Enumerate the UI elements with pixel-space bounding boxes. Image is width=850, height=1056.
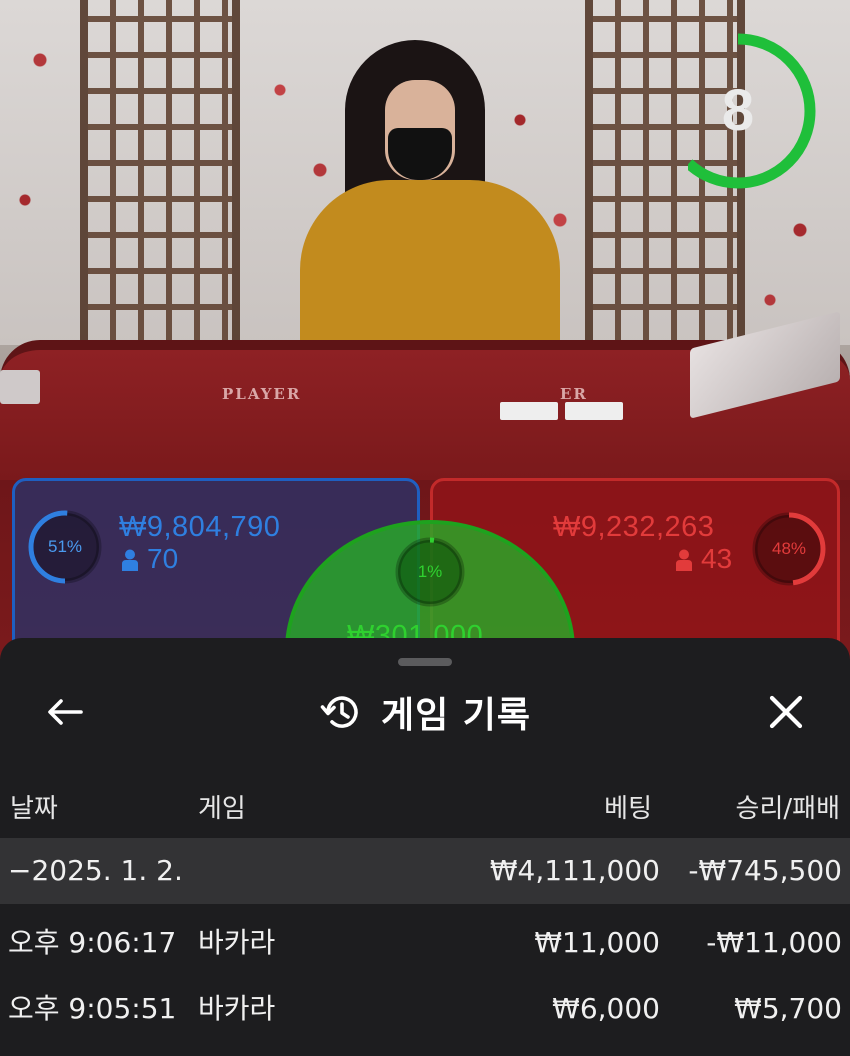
page-title: 게임 기록 — [380, 695, 531, 736]
player-bet-amount: ₩9,804,790 — [119, 511, 281, 543]
person-icon — [676, 549, 692, 571]
history-bet: ₩11,000 — [534, 926, 660, 959]
timer-value: 8 — [721, 78, 755, 143]
person-icon — [122, 549, 138, 571]
banker-percent: 48% — [771, 539, 807, 558]
playing-card — [565, 402, 623, 420]
column-header-game: 게임 — [198, 794, 246, 824]
history-result: ₩5,700 — [734, 992, 842, 1025]
player-bettor-count: 70 — [147, 543, 179, 574]
banker-bet-amount: ₩9,232,263 — [553, 511, 715, 543]
table-label-player: PLAYER — [222, 385, 302, 403]
history-time: 오후 9:06:17 — [8, 926, 177, 959]
banker-bettor-count: 43 — [701, 543, 733, 574]
game-history-sheet: 게임 기록 날짜 게임 베팅 승리/패배 −2025. 1. 2. ₩4,111… — [0, 638, 850, 1056]
column-header-bet: 베팅 — [604, 794, 652, 824]
decorative-screen — [80, 0, 240, 340]
sheet-header: 게임 기록 — [0, 686, 850, 738]
table-label-banker: ER — [560, 385, 588, 403]
live-video: PLAYER ER 8 51% ₩9,804,790 70 48% ₩9,232… — [0, 0, 850, 660]
column-header-result: 승리/패배 — [735, 794, 840, 824]
history-row[interactable]: 오후 9:05:51 바카라 ₩6,000 ₩5,700 — [0, 976, 850, 1042]
dealer-body — [300, 180, 560, 360]
history-row[interactable]: 오후 9:06:17 바카라 ₩11,000 -₩11,000 — [0, 910, 850, 976]
countdown-timer: 8 — [660, 33, 816, 189]
sheet-drag-handle[interactable] — [398, 658, 452, 666]
history-result: -₩11,000 — [706, 926, 842, 959]
tie-percent: 1% — [417, 562, 443, 581]
history-game: 바카라 — [198, 992, 276, 1025]
history-time: 오후 9:05:51 — [8, 992, 177, 1025]
close-button[interactable] — [760, 688, 812, 736]
table-device — [0, 370, 40, 404]
history-game: 바카라 — [198, 926, 276, 959]
date-group-bet-total: ₩4,111,000 — [489, 854, 660, 887]
player-percent: 51% — [47, 537, 83, 556]
playing-card — [500, 402, 558, 420]
date-group-label: −2025. 1. 2. — [8, 854, 183, 887]
column-header-date: 날짜 — [10, 794, 58, 824]
history-icon — [320, 696, 358, 728]
date-group-row[interactable]: −2025. 1. 2. ₩4,111,000 -₩745,500 — [0, 838, 850, 904]
date-group-result-total: -₩745,500 — [688, 854, 842, 887]
close-icon — [769, 695, 803, 729]
history-bet: ₩6,000 — [552, 992, 660, 1025]
